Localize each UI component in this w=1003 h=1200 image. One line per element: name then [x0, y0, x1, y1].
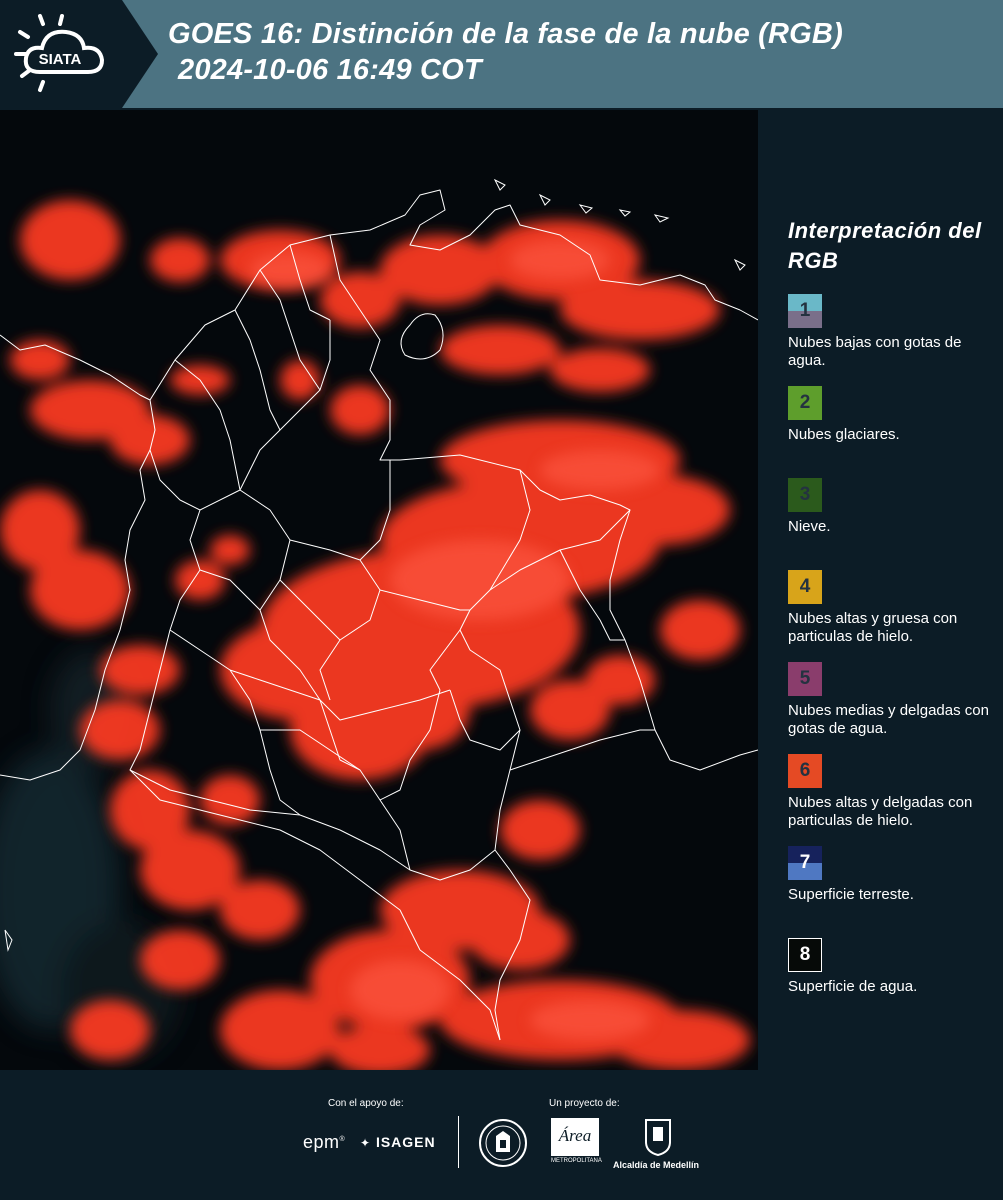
- legend-swatch: 2: [788, 386, 822, 420]
- siata-logo: SIATA: [14, 14, 105, 92]
- legend-number: 6: [799, 760, 811, 781]
- legend-number: 8: [799, 944, 811, 965]
- legend-item: 1 Nubes bajas con gotas de agua.: [788, 294, 998, 386]
- legend-swatch: 6: [788, 754, 822, 788]
- legend-number: 4: [799, 576, 811, 597]
- legend-number: 1: [799, 300, 811, 321]
- legend-item: 6 Nubes altas y delgadas con particulas …: [788, 754, 998, 846]
- legend-label: Nubes glaciares.: [788, 426, 900, 443]
- epm-logo-text: epm: [303, 1132, 340, 1152]
- legend-number: 7: [799, 852, 811, 873]
- isagen-mark-icon: ✦: [360, 1136, 372, 1150]
- title-timestamp: 2024-10-06 16:49 COT: [178, 54, 482, 86]
- legend-label: Nubes altas y delgadas con particulas de…: [788, 794, 973, 829]
- legend-label: Superficie de agua.: [788, 978, 918, 995]
- footer-divider: [458, 1116, 459, 1168]
- area-metropolitana-logo: Área METROPOLITANA: [551, 1118, 602, 1170]
- legend-items: 1 Nubes bajas con gotas de agua. 2 Nubes…: [788, 294, 998, 1030]
- legend-item: 3 Nieve.: [788, 478, 998, 570]
- legend-label: Nubes bajas con gotas de agua.: [788, 334, 962, 369]
- area-logo-subtitle: METROPOLITANA: [551, 1158, 602, 1164]
- legend-swatch: 7: [788, 846, 822, 880]
- legend: Interpretación del RGB 1 Nubes bajas con…: [788, 216, 998, 1030]
- legend-swatch: 3: [788, 478, 822, 512]
- legend-item: 2 Nubes glaciares.: [788, 386, 998, 478]
- satellite-map: [0, 110, 758, 1070]
- legend-item: 7 Superficie terreste.: [788, 846, 998, 938]
- map-svg: [0, 110, 758, 1070]
- footer: Con el apoyo de: Un proyecto de: epm® ✦ …: [0, 1070, 1003, 1200]
- logo-text: SIATA: [39, 51, 82, 68]
- legend-label: Nubes medias y delgadas con gotas de agu…: [788, 702, 989, 737]
- isagen-logo: ✦ ISAGEN: [360, 1134, 436, 1150]
- legend-swatch: 4: [788, 570, 822, 604]
- header-bar: SIATA GOES 16: Distinción de la fase de …: [0, 0, 1003, 108]
- page-title: GOES 16: Distinción de la fase de la nub…: [168, 16, 843, 88]
- area-logo-mark: Área: [551, 1118, 599, 1156]
- isagen-logo-text: ISAGEN: [375, 1134, 436, 1150]
- legend-number: 3: [799, 484, 811, 505]
- legend-swatch: 1: [788, 294, 822, 328]
- legend-number: 2: [799, 392, 811, 413]
- logo-block: SIATA: [0, 0, 158, 108]
- legend-label: Superficie terreste.: [788, 886, 914, 903]
- legend-item: 4 Nubes altas y gruesa con particulas de…: [788, 570, 998, 662]
- legend-item: 8 Superficie de agua.: [788, 938, 998, 1030]
- legend-swatch: 5: [788, 662, 822, 696]
- legend-number: 5: [799, 668, 811, 689]
- alcaldia-label: Alcaldía de Medellín: [613, 1160, 700, 1170]
- legend-item: 5 Nubes medias y delgadas con gotas de a…: [788, 662, 998, 754]
- support-label: Con el apoyo de:: [328, 1098, 404, 1109]
- legend-label: Nieve.: [788, 518, 831, 535]
- legend-label: Nubes altas y gruesa con particulas de h…: [788, 610, 958, 645]
- epm-logo: epm®: [303, 1132, 346, 1152]
- alcaldia-shield-icon: [645, 1119, 671, 1156]
- title-line-1: GOES 16: Distinción de la fase de la nub…: [168, 18, 843, 50]
- seal-icon: [479, 1119, 527, 1167]
- legend-title: Interpretación del RGB: [788, 218, 982, 273]
- legend-swatch: 8: [788, 938, 822, 972]
- project-label: Un proyecto de:: [549, 1098, 620, 1109]
